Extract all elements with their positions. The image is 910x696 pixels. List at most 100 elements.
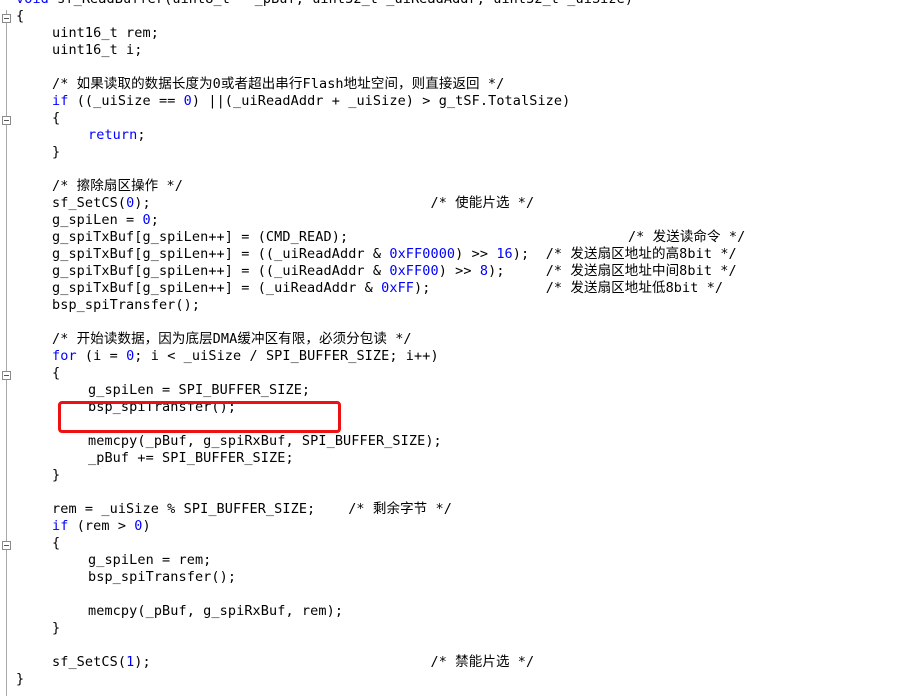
code-token: );	[134, 654, 431, 670]
code-token: );	[134, 195, 431, 211]
code-token: ;	[137, 127, 146, 143]
code-line[interactable]: g_spiTxBuf[g_spiLen++] = (_uiReadAddr & …	[52, 280, 723, 297]
code-line[interactable]: sf_SetCS(1); /* 禁能片选 */	[52, 654, 534, 671]
code-token: sf_SetCS(	[52, 195, 127, 211]
code-line[interactable]: void sf_ReadBuffer(uint8_t * _pBuf, uint…	[16, 0, 633, 8]
keyword-token: if	[52, 518, 69, 534]
code-token: g_spiTxBuf[g_spiLen++] = (CMD_READ);	[52, 229, 628, 245]
comment-token: /* 发送扇区地址的高8bit */	[545, 246, 737, 262]
code-line[interactable]: if (rem > 0)	[52, 518, 151, 535]
code-line[interactable]: /* 如果读取的数据长度为0或者超出串行Flash地址空间，则直接返回 */	[52, 76, 504, 93]
code-token: ((_uiSize ==	[68, 93, 184, 109]
code-token: (i =	[76, 348, 127, 364]
code-editor[interactable]: void sf_ReadBuffer(uint8_t * _pBuf, uint…	[16, 0, 910, 696]
code-line[interactable]: for (i = 0; i < _uiSize / SPI_BUFFER_SIZ…	[52, 348, 439, 365]
number-token: 0xFF0000	[389, 246, 456, 262]
number-token: 16	[496, 246, 513, 262]
code-token: }	[16, 671, 25, 687]
code-line[interactable]: return;	[88, 127, 146, 144]
code-token: _pBuf += SPI_BUFFER_SIZE;	[88, 450, 294, 466]
code-token: {	[52, 110, 61, 126]
number-token: 8	[479, 263, 489, 279]
code-line[interactable]: memcpy(_pBuf, g_spiRxBuf, rem);	[88, 603, 343, 620]
comment-token: /* 发送扇区地址中间8bit */	[545, 263, 737, 279]
code-line[interactable]: }	[16, 671, 24, 688]
code-token: ) >>	[438, 263, 480, 279]
code-token: g_spiLen = rem;	[88, 552, 212, 568]
code-token: }	[52, 467, 61, 483]
code-token: bsp_spiTransfer();	[88, 569, 237, 585]
code-token: {	[16, 8, 25, 24]
keyword-token: if	[52, 93, 69, 109]
comment-token: /* 开始读数据，因为底层DMA缓冲区有限，必须分包读 */	[52, 331, 412, 347]
highlight-annotation-box	[58, 401, 341, 433]
fold-collapse-icon[interactable]	[2, 541, 11, 550]
code-token: ) ||(_uiReadAddr + _uiSize) > g_tSF.Tota…	[191, 93, 571, 109]
code-line[interactable]: uint16_t rem;	[52, 25, 159, 42]
comment-token: /* 擦除扇区操作 */	[52, 178, 183, 194]
number-token: 0	[183, 93, 192, 109]
code-token: g_spiTxBuf[g_spiLen++] = ((_uiReadAddr &	[52, 263, 390, 279]
keyword-token: return	[88, 127, 138, 143]
code-line[interactable]: }	[52, 620, 60, 637]
code-token: }	[52, 144, 61, 160]
code-token: g_spiTxBuf[g_spiLen++] = ((_uiReadAddr &	[52, 246, 390, 262]
code-line[interactable]: g_spiTxBuf[g_spiLen++] = (CMD_READ); /* …	[52, 229, 745, 246]
code-line[interactable]: _pBuf += SPI_BUFFER_SIZE;	[88, 450, 294, 467]
fold-gutter	[0, 0, 14, 696]
comment-token: /* 使能片选 */	[430, 195, 535, 211]
code-line[interactable]: memcpy(_pBuf, g_spiRxBuf, SPI_BUFFER_SIZ…	[88, 433, 442, 450]
code-line[interactable]: bsp_spiTransfer();	[52, 297, 200, 314]
code-token: );	[488, 263, 546, 279]
comment-token: /* 发送读命令 */	[627, 229, 746, 245]
code-line[interactable]: bsp_spiTransfer();	[88, 569, 236, 586]
code-token: g_spiTxBuf[g_spiLen++] = (_uiReadAddr &	[52, 280, 382, 296]
code-token: g_spiLen =	[52, 212, 143, 228]
code-token: }	[52, 620, 61, 636]
code-line[interactable]: /* 开始读数据，因为底层DMA缓冲区有限，必须分包读 */	[52, 331, 412, 348]
code-line[interactable]: g_spiLen = SPI_BUFFER_SIZE;	[88, 382, 310, 399]
comment-token: /* 剩余字节 */	[348, 501, 452, 517]
code-line[interactable]: uint16_t i;	[52, 42, 143, 59]
code-line[interactable]: }	[52, 467, 60, 484]
code-token: uint16_t i;	[52, 42, 143, 58]
code-token: bsp_spiTransfer();	[52, 297, 201, 313]
keyword-token: for	[52, 348, 77, 364]
code-token: ;	[150, 212, 159, 228]
code-token: );	[512, 246, 546, 262]
code-line[interactable]: {	[52, 110, 60, 127]
code-line[interactable]: {	[16, 8, 24, 25]
code-token: uint16_t rem;	[52, 25, 159, 41]
code-line[interactable]: if ((_uiSize == 0) ||(_uiReadAddr + _uiS…	[52, 93, 570, 110]
code-line[interactable]: {	[52, 365, 60, 382]
code-line[interactable]: rem = _uiSize % SPI_BUFFER_SIZE; /* 剩余字节…	[52, 501, 452, 518]
fold-collapse-icon[interactable]	[2, 116, 11, 125]
code-line[interactable]: /* 擦除扇区操作 */	[52, 178, 183, 195]
code-token: {	[52, 535, 61, 551]
number-token: 0	[134, 518, 143, 534]
code-line[interactable]: }	[52, 144, 60, 161]
code-token: ; i < _uiSize / SPI_BUFFER_SIZE; i++)	[134, 348, 439, 364]
code-token: memcpy(_pBuf, g_spiRxBuf, SPI_BUFFER_SIZ…	[88, 433, 442, 449]
comment-token: /* 如果读取的数据长度为0或者超出串行Flash地址空间，则直接返回 */	[52, 76, 505, 92]
number-token: 0xFF00	[389, 263, 439, 279]
code-token: memcpy(_pBuf, g_spiRxBuf, rem);	[88, 603, 344, 619]
code-token: rem = _uiSize % SPI_BUFFER_SIZE;	[52, 501, 349, 517]
code-token: (rem >	[68, 518, 135, 534]
comment-token: /* 发送扇区地址低8bit */	[545, 280, 724, 296]
code-token: sf_SetCS(	[52, 654, 127, 670]
code-line[interactable]: g_spiLen = 0;	[52, 212, 159, 229]
code-token: sf_ReadBuffer(uint8_t * _pBuf, uint32_t …	[49, 0, 633, 7]
code-token: ) >>	[455, 246, 497, 262]
fold-collapse-icon[interactable]	[2, 371, 11, 380]
code-token: )	[142, 518, 151, 534]
fold-guide-line	[6, 10, 7, 696]
code-line[interactable]: g_spiLen = rem;	[88, 552, 211, 569]
fold-collapse-icon[interactable]	[2, 14, 11, 23]
code-line[interactable]: g_spiTxBuf[g_spiLen++] = ((_uiReadAddr &…	[52, 263, 737, 280]
code-line[interactable]: {	[52, 535, 60, 552]
code-line[interactable]: g_spiTxBuf[g_spiLen++] = ((_uiReadAddr &…	[52, 246, 737, 263]
comment-token: /* 禁能片选 */	[430, 654, 535, 670]
number-token: 0xFF	[381, 280, 415, 296]
code-line[interactable]: sf_SetCS(0); /* 使能片选 */	[52, 195, 534, 212]
